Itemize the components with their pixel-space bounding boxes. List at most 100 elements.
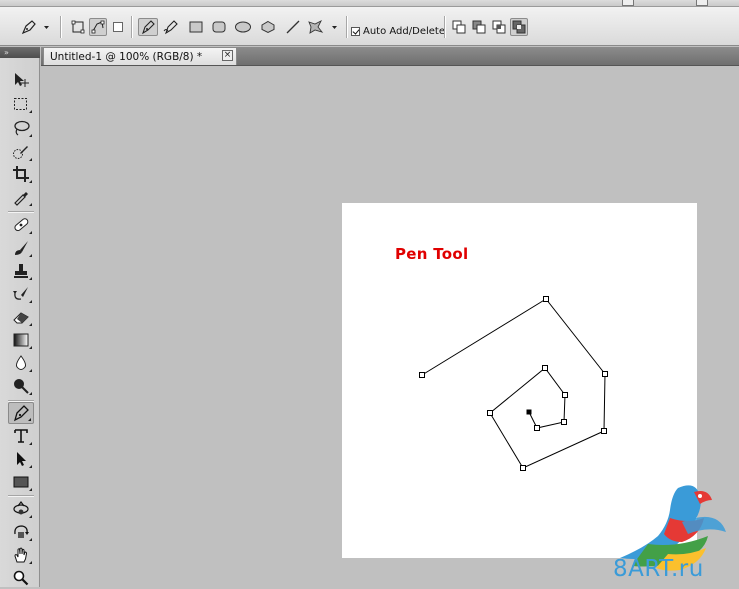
- anchor-point[interactable]: [561, 419, 567, 425]
- path-combine-intersect-button[interactable]: [491, 18, 507, 36]
- custom-shape-button[interactable]: [305, 18, 343, 36]
- lasso-tool[interactable]: [8, 117, 34, 139]
- move-tool[interactable]: [8, 69, 34, 91]
- rounded-rectangle-button[interactable]: [209, 18, 229, 36]
- eyedropper-tool[interactable]: [8, 186, 34, 208]
- move-icon: [15, 73, 29, 87]
- path-selection-tool[interactable]: [8, 448, 34, 470]
- polygon-icon: [261, 20, 275, 34]
- pen-path-line: [421, 298, 606, 469]
- polygon-tool-button[interactable]: [258, 18, 278, 36]
- separator: [8, 211, 34, 212]
- auto-add-delete-checkbox[interactable]: Auto Add/Delete: [351, 26, 445, 37]
- path-combine-subtract-button[interactable]: [471, 18, 487, 36]
- ellipse-icon: [235, 21, 251, 33]
- separator: [346, 16, 347, 38]
- ellipse-tool-button[interactable]: [232, 18, 254, 36]
- crop-tool[interactable]: [8, 163, 34, 185]
- watermark-text: 8ART.ru: [613, 556, 704, 582]
- eraser-icon: [13, 312, 29, 324]
- add-area-icon: [452, 20, 466, 34]
- quick-selection-tool[interactable]: [8, 141, 34, 163]
- crop-icon: [13, 166, 29, 182]
- type-tool[interactable]: [8, 425, 34, 447]
- type-icon: [14, 429, 28, 443]
- anchor-point[interactable]: [602, 371, 608, 377]
- selected-anchor-point[interactable]: [526, 409, 532, 415]
- dodge-icon: [14, 379, 29, 394]
- anchor-point[interactable]: [419, 372, 425, 378]
- 3d-rotate-tool[interactable]: [8, 498, 34, 520]
- history-brush-icon: [13, 287, 28, 300]
- anchor-point[interactable]: [520, 465, 526, 471]
- freeform-pen-button[interactable]: [161, 18, 181, 36]
- close-icon: ×: [223, 50, 232, 60]
- blur-icon: [16, 355, 26, 370]
- shape-layers-button[interactable]: [69, 18, 87, 36]
- 3d-rotate-icon: [13, 501, 29, 515]
- gradient-tool[interactable]: [8, 329, 34, 351]
- dodge-tool[interactable]: [8, 375, 34, 397]
- checkbox-checked-icon[interactable]: [351, 27, 360, 36]
- path-combine-add-button[interactable]: [451, 18, 467, 36]
- healing-brush-tool[interactable]: [8, 214, 34, 236]
- separator: [131, 16, 132, 38]
- healing-brush-icon: [14, 218, 29, 232]
- window-control[interactable]: [696, 0, 708, 6]
- rounded-rectangle-icon: [212, 21, 226, 33]
- clone-stamp-tool[interactable]: [8, 260, 34, 282]
- exclude-area-icon: [512, 20, 526, 34]
- anchor-point[interactable]: [543, 296, 549, 302]
- document-tab-title: Untitled-1 @ 100% (RGB/8) *: [50, 50, 203, 63]
- rectangle-shape-icon: [13, 476, 29, 488]
- tools-panel: [0, 58, 40, 587]
- pen-icon: [142, 20, 155, 35]
- tool-preset-picker[interactable]: [18, 18, 52, 36]
- options-bar: Auto Add/Delete: [0, 7, 739, 46]
- clone-stamp-icon: [14, 264, 28, 278]
- anchor-point[interactable]: [562, 392, 568, 398]
- fill-pixels-button[interactable]: [110, 18, 126, 36]
- zoom-tool[interactable]: [8, 567, 34, 589]
- blur-tool[interactable]: [8, 352, 34, 374]
- separator: [60, 16, 61, 38]
- path-selection-icon: [17, 452, 26, 466]
- marquee-tool[interactable]: [8, 93, 34, 115]
- document-tab[interactable]: Untitled-1 @ 100% (RGB/8) *: [43, 47, 237, 65]
- tools-panel-header[interactable]: »: [0, 47, 40, 58]
- anchor-point[interactable]: [601, 428, 607, 434]
- shape-layers-icon: [71, 20, 85, 34]
- lasso-icon: [14, 120, 30, 136]
- anchor-point[interactable]: [542, 365, 548, 371]
- anchor-point[interactable]: [534, 425, 540, 431]
- eraser-tool[interactable]: [8, 306, 34, 328]
- close-document-button[interactable]: ×: [222, 50, 233, 61]
- hand-icon: [14, 547, 28, 563]
- intersect-area-icon: [492, 20, 506, 34]
- pen-icon: [21, 20, 49, 35]
- separator: [444, 16, 445, 38]
- brush-tool[interactable]: [8, 237, 34, 259]
- zoom-icon: [13, 570, 29, 586]
- auto-add-delete-label: Auto Add/Delete: [363, 26, 445, 37]
- shape-tool[interactable]: [8, 471, 34, 493]
- hand-tool[interactable]: [8, 544, 34, 566]
- history-brush-tool[interactable]: [8, 283, 34, 305]
- quick-selection-icon: [13, 146, 28, 159]
- anchor-point[interactable]: [487, 410, 493, 416]
- fill-pixels-icon: [113, 22, 123, 32]
- window-control[interactable]: [622, 0, 634, 6]
- 3d-orbit-icon: [14, 525, 29, 538]
- paths-button[interactable]: [89, 18, 107, 36]
- rectangle-tool-button[interactable]: [186, 18, 206, 36]
- freeform-pen-icon: [163, 20, 178, 35]
- line-tool-button[interactable]: [283, 18, 303, 36]
- pen-tool[interactable]: [8, 402, 34, 424]
- paths-icon: [91, 20, 105, 34]
- eyedropper-icon: [14, 192, 28, 206]
- pen-tool-button[interactable]: [138, 18, 158, 36]
- path-combine-exclude-button[interactable]: [510, 18, 528, 36]
- gradient-icon: [13, 333, 29, 347]
- rectangle-icon: [189, 21, 203, 33]
- 3d-orbit-tool[interactable]: [8, 521, 34, 543]
